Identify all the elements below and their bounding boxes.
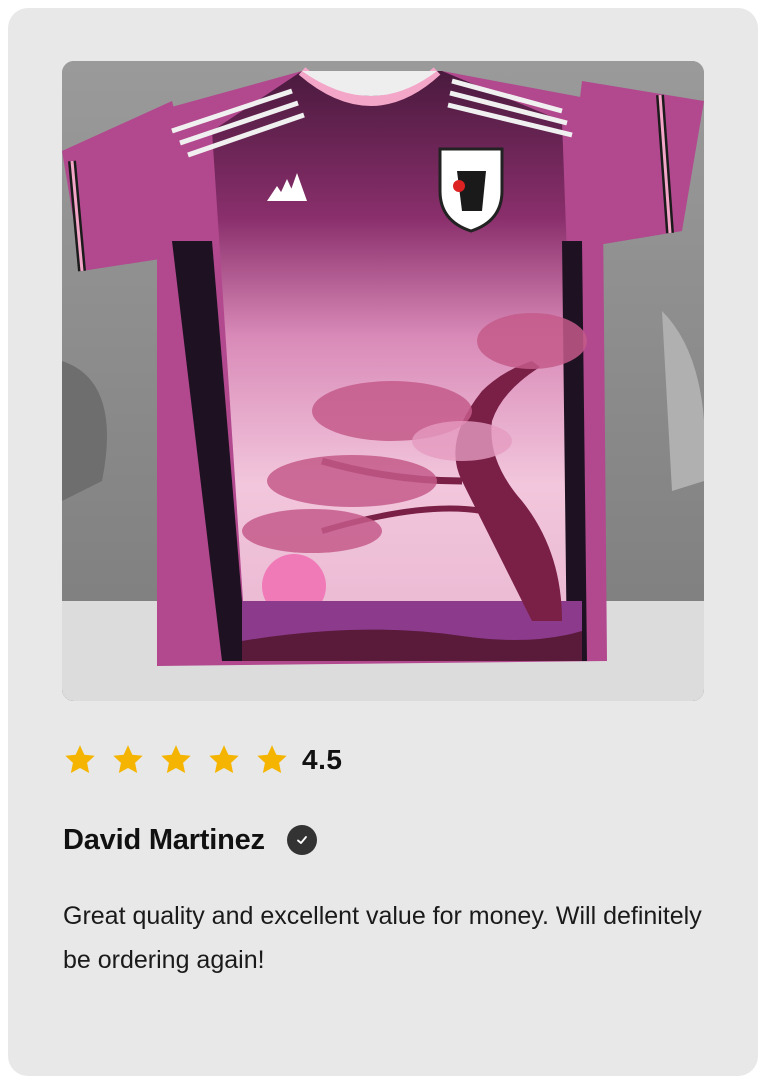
author-row: David Martinez bbox=[63, 820, 317, 860]
star-icon bbox=[62, 742, 98, 778]
star-icon bbox=[110, 742, 146, 778]
author-name: David Martinez bbox=[63, 823, 265, 856]
verified-check-icon bbox=[286, 825, 317, 855]
star-rating bbox=[62, 742, 302, 778]
star-icon bbox=[158, 742, 194, 778]
star-icon bbox=[206, 742, 242, 778]
review-photo[interactable] bbox=[62, 61, 704, 701]
rating-row: 4.5 bbox=[62, 740, 342, 780]
jersey-image bbox=[62, 61, 704, 701]
star-icon bbox=[254, 742, 290, 778]
review-card: 4.5 David Martinez Great quality and exc… bbox=[8, 8, 758, 1076]
rating-value: 4.5 bbox=[302, 744, 343, 775]
review-text: Great quality and excellent value for mo… bbox=[63, 902, 702, 974]
